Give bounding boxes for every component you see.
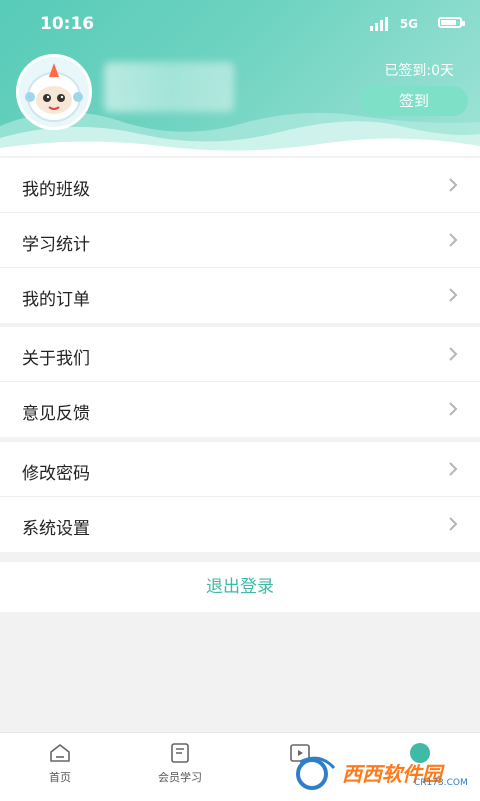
menu-item-label: 修改密码 xyxy=(22,464,90,484)
menu-item-change-password[interactable]: 修改密码 xyxy=(0,442,480,497)
status-time: 10:16 xyxy=(40,14,95,34)
menu-item-study-stats[interactable]: 学习统计 xyxy=(0,213,480,268)
menu-group-1: 我的班级 学习统计 我的订单 xyxy=(0,158,480,323)
chevron-right-icon xyxy=(449,347,458,361)
menu-item-my-class[interactable]: 我的班级 xyxy=(0,158,480,213)
menu-item-label: 我的班级 xyxy=(22,180,90,200)
tab-label: 首页 xyxy=(49,771,71,784)
username-blurred xyxy=(104,62,234,112)
status-bar: 10:16 5G xyxy=(0,0,480,48)
logout-button[interactable]: 退出登录 xyxy=(0,562,480,612)
battery-icon xyxy=(438,17,465,28)
tab-member-study[interactable]: 会员学习 xyxy=(120,733,240,801)
menu-item-my-orders[interactable]: 我的订单 xyxy=(0,268,480,323)
watermark-logo: 西西软件园 CR173.COM xyxy=(290,752,470,792)
robot-avatar-icon xyxy=(25,63,83,122)
menu-item-label: 学习统计 xyxy=(22,235,90,255)
menu-item-feedback[interactable]: 意见反馈 xyxy=(0,382,480,437)
profile-header: 10:16 5G 已签到:0天 签到 xyxy=(0,0,480,156)
tab-home[interactable]: 首页 xyxy=(0,733,120,801)
book-icon xyxy=(171,743,189,763)
menu-group-2: 关于我们 意见反馈 xyxy=(0,327,480,437)
watermark-subtext: CR173.COM xyxy=(414,778,468,788)
avatar[interactable] xyxy=(16,54,92,130)
menu-group-3: 修改密码 系统设置 xyxy=(0,442,480,552)
tab-label: 会员学习 xyxy=(158,771,202,784)
signal-icon xyxy=(370,17,388,31)
chevron-right-icon xyxy=(449,288,458,302)
menu-item-label: 关于我们 xyxy=(22,349,90,369)
watermark-swirl-icon xyxy=(296,756,336,790)
chevron-right-icon xyxy=(449,517,458,531)
menu-item-about-us[interactable]: 关于我们 xyxy=(0,327,480,382)
home-icon xyxy=(50,744,70,762)
menu-item-label: 我的订单 xyxy=(22,290,90,310)
chevron-right-icon xyxy=(449,233,458,247)
menu-item-system-settings[interactable]: 系统设置 xyxy=(0,497,480,552)
chevron-right-icon xyxy=(449,462,458,476)
chevron-right-icon xyxy=(449,178,458,192)
checkin-days: 已签到:0天 xyxy=(384,63,454,79)
network-type: 5G xyxy=(399,17,418,31)
checkin-button[interactable]: 签到 xyxy=(360,86,468,116)
menu-item-label: 系统设置 xyxy=(22,519,90,539)
chevron-right-icon xyxy=(449,402,458,416)
menu-item-label: 意见反馈 xyxy=(22,404,90,424)
